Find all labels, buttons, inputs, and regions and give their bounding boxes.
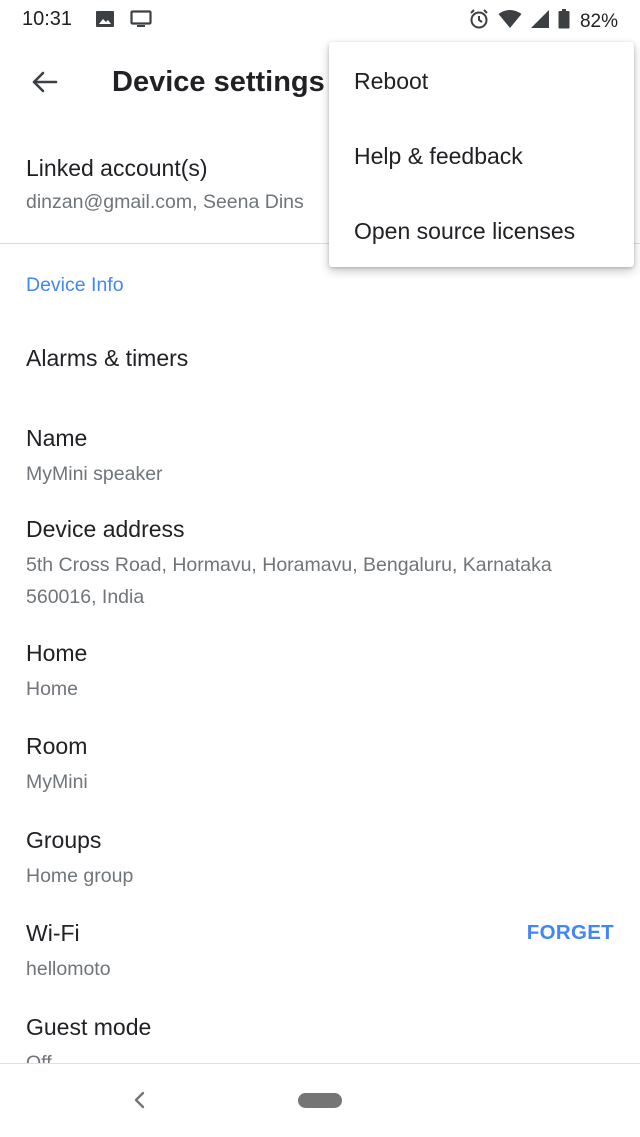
menu-item-reboot[interactable]: Reboot <box>329 44 634 118</box>
arrow-back-icon <box>32 71 58 93</box>
alarms-timers-item[interactable]: Alarms & timers <box>26 345 616 372</box>
chevron-left-icon <box>134 1091 145 1109</box>
alarms-timers-title: Alarms & timers <box>26 345 189 371</box>
home-item[interactable]: Home Home <box>26 640 616 705</box>
device-address-item[interactable]: Device address 5th Cross Road, Hormavu, … <box>26 516 616 613</box>
status-time: 10:31 <box>22 8 73 30</box>
linked-accounts-title: Linked account(s) <box>26 155 208 181</box>
status-icons: 82% <box>468 8 618 35</box>
linked-accounts-item[interactable]: Linked account(s) dinzan@gmail.com, Seen… <box>26 155 304 218</box>
device-address-value-line2: 560016, India <box>26 586 145 608</box>
room-value: MyMini <box>26 771 88 793</box>
battery-percentage: 82% <box>579 10 618 32</box>
back-button[interactable] <box>22 60 66 104</box>
room-item[interactable]: Room MyMini <box>26 733 616 798</box>
groups-item[interactable]: Groups Home group <box>26 827 616 892</box>
home-title: Home <box>26 640 88 666</box>
overflow-menu: Reboot Help & feedback Open source licen… <box>329 42 634 267</box>
cast-icon <box>130 10 152 33</box>
forget-wifi-button[interactable]: FORGET <box>527 921 614 945</box>
name-item[interactable]: Name MyMini speaker <box>26 425 616 490</box>
device-address-title: Device address <box>26 516 185 542</box>
system-navigation-bar <box>0 1063 640 1137</box>
home-value: Home <box>26 678 79 700</box>
device-address-value-line1: 5th Cross Road, Hormavu, Horamavu, Benga… <box>26 554 552 576</box>
name-title: Name <box>26 425 88 451</box>
signal-icon <box>530 9 550 34</box>
battery-icon <box>558 9 570 34</box>
room-title: Room <box>26 733 88 759</box>
menu-item-open-source-licenses[interactable]: Open source licenses <box>329 194 634 268</box>
section-header-device-info: Device Info <box>26 274 124 296</box>
guest-mode-title: Guest mode <box>26 1014 152 1040</box>
wifi-value: hellomoto <box>26 958 111 980</box>
groups-value: Home group <box>26 865 134 887</box>
page-title: Device settings <box>112 66 325 98</box>
linked-accounts-value: dinzan@gmail.com, Seena Dins <box>26 191 304 213</box>
name-value: MyMini speaker <box>26 463 163 485</box>
nav-back-button[interactable] <box>128 1088 152 1112</box>
alarm-icon <box>468 8 490 35</box>
image-icon <box>95 10 115 33</box>
wifi-icon <box>498 9 522 34</box>
menu-item-help-feedback[interactable]: Help & feedback <box>329 119 634 193</box>
status-bar: 10:31 82% <box>0 0 640 40</box>
nav-home-pill[interactable] <box>298 1093 342 1108</box>
groups-title: Groups <box>26 827 102 853</box>
